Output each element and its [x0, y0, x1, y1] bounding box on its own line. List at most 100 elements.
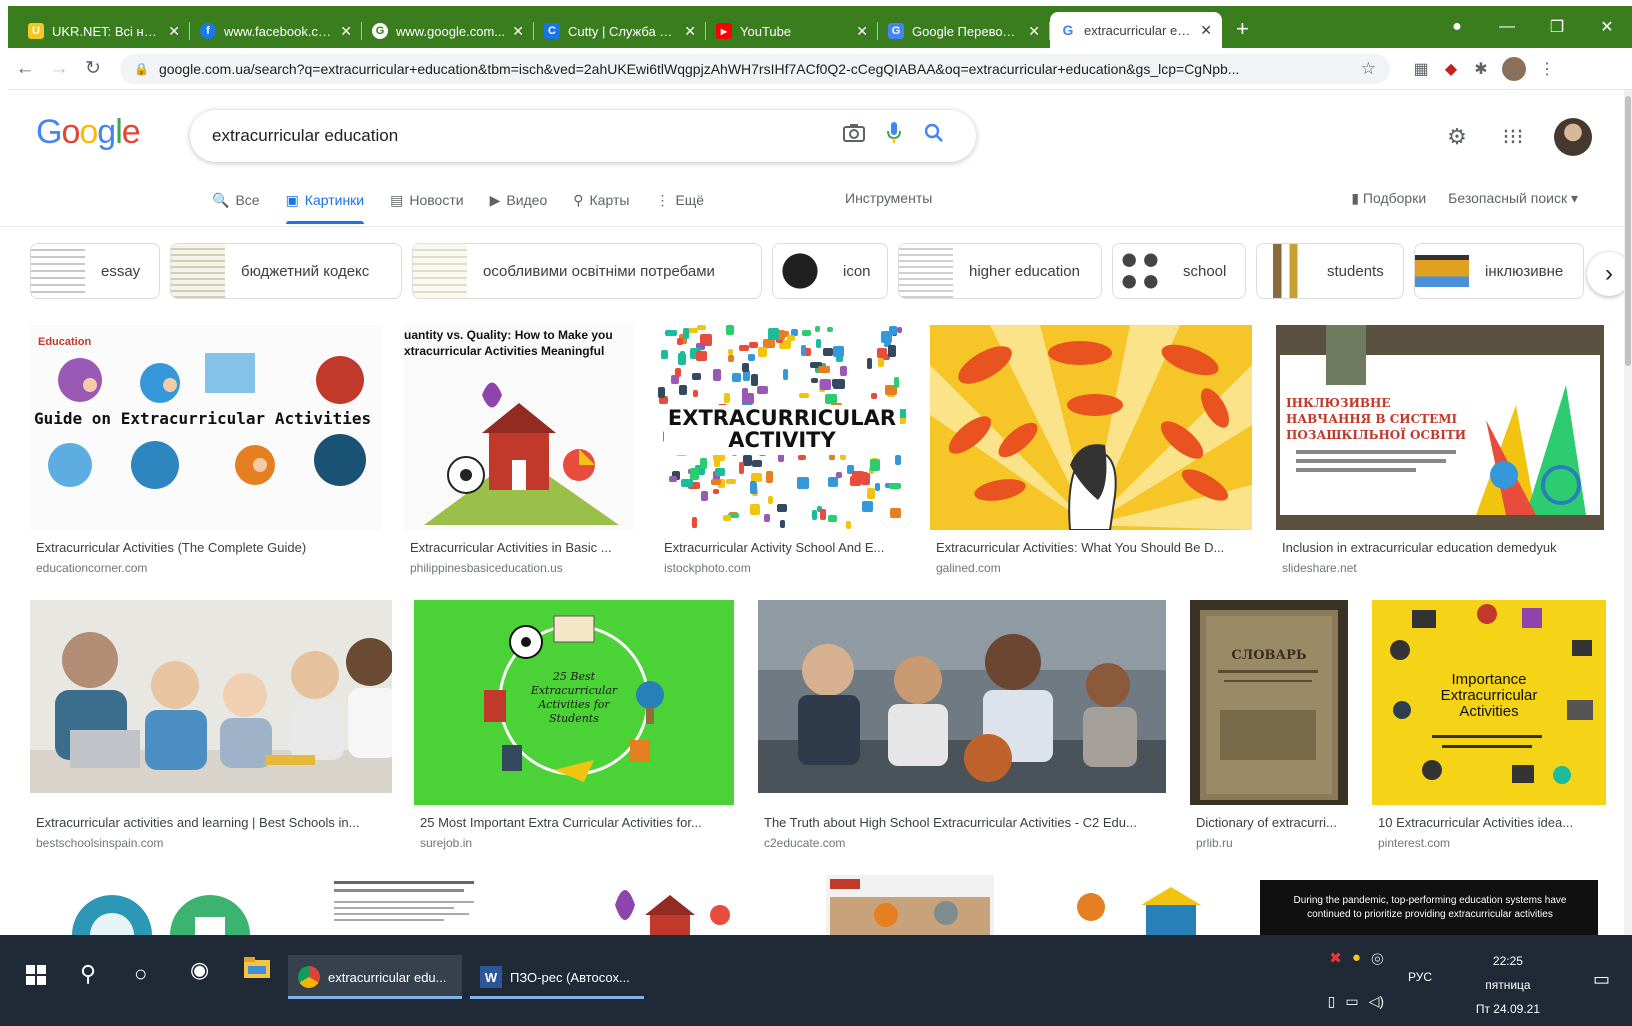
restore-icon[interactable]: ❐ [1532, 17, 1582, 37]
result-card[interactable]: СЛОВАРЬ Dictionary of extracurri... prli… [1190, 600, 1350, 850]
chip-school[interactable]: school [1112, 243, 1246, 299]
result-card[interactable]: Extracurricular Activities: What You Sho… [930, 325, 1254, 575]
notifications-icon[interactable]: ▭ [1593, 969, 1610, 990]
microphone-icon[interactable] [874, 122, 914, 150]
result-image[interactable]: Education Guide on Extracurricular Activ… [30, 325, 382, 530]
battery-icon[interactable]: ▯ [1328, 993, 1336, 1010]
tab-google-com[interactable]: G www.google.com... ✕ [362, 14, 534, 48]
result-card[interactable] [314, 875, 494, 935]
result-image[interactable]: Importance Extracurricular Activities [1372, 600, 1606, 805]
google-logo[interactable]: Google [36, 113, 141, 152]
result-title[interactable]: 25 Most Important Extra Curricular Activ… [420, 815, 730, 830]
result-title[interactable]: Extracurricular Activities (The Complete… [36, 540, 376, 555]
result-title[interactable]: Extracurricular Activities: What You Sho… [936, 540, 1246, 555]
result-source[interactable]: surejob.in [420, 836, 472, 850]
result-image[interactable] [758, 600, 1166, 793]
address-bar[interactable]: 🔒 google.com.ua/search?q=extracurricular… [120, 53, 1390, 84]
result-image[interactable] [1016, 875, 1236, 935]
chip-students[interactable]: students [1256, 243, 1404, 299]
chip-higher-education[interactable]: higher education [898, 243, 1102, 299]
page-scrollbar-thumb[interactable] [1625, 96, 1631, 366]
tab-video[interactable]: ▶ Видео [490, 182, 548, 218]
tab-all[interactable]: 🔍 Все [212, 182, 260, 218]
result-image[interactable] [826, 875, 994, 935]
result-card[interactable]: During the pandemic, top-performing educ… [1260, 880, 1600, 935]
result-image[interactable] [30, 600, 392, 793]
cortana-icon[interactable]: ○ [134, 961, 147, 987]
tab-close-icon[interactable]: ✕ [856, 23, 868, 40]
result-card[interactable]: 25 Best Extracurricular Activities for S… [414, 600, 736, 850]
result-title[interactable]: Dictionary of extracurri... [1196, 815, 1346, 830]
result-image[interactable] [520, 875, 804, 935]
tab-maps[interactable]: ⚲ Карты [573, 182, 629, 218]
search-box[interactable]: extracurricular education [190, 110, 976, 162]
volume-icon[interactable]: ◁) [1369, 993, 1384, 1010]
safesearch-button[interactable]: Безопасный поиск ▾ [1448, 190, 1578, 207]
result-source[interactable]: prlib.ru [1196, 836, 1233, 850]
forward-icon[interactable]: → [42, 58, 76, 80]
result-card[interactable]: Education Guide on Extracurricular Activ… [30, 325, 384, 575]
result-source[interactable]: c2educate.com [764, 836, 845, 850]
chip-inclusive[interactable]: інклюзивне [1414, 243, 1584, 299]
result-source[interactable]: slideshare.net [1282, 561, 1357, 575]
result-image[interactable] [30, 875, 292, 935]
taskbar-app-icon[interactable]: ◉ [190, 957, 209, 983]
tab-more[interactable]: ⋮ Ещё [655, 182, 704, 218]
new-tab-button[interactable]: + [1236, 16, 1264, 42]
taskbar-word-window[interactable]: W ПЗО-рес (Автосох... [470, 955, 644, 999]
result-card[interactable] [1016, 875, 1236, 935]
result-title[interactable]: Inclusion in extracurricular education d… [1282, 540, 1602, 555]
result-card[interactable]: EXTRACURRICULAR ACTIVITY Extracurricular… [658, 325, 908, 575]
result-title[interactable]: The Truth about High School Extracurricu… [764, 815, 1162, 830]
windows-start-icon[interactable] [26, 965, 46, 985]
result-source[interactable]: philippinesbasiceducation.us [410, 561, 563, 575]
chip-special-needs[interactable]: особливими освітніми потребами [412, 243, 762, 299]
tab-google-translate[interactable]: G Google Переводч... ✕ [878, 14, 1050, 48]
taskbar-chrome-window[interactable]: extracurricular edu... [288, 955, 462, 999]
tools-button[interactable]: Инструменты [845, 190, 932, 206]
tab-close-icon[interactable]: ✕ [168, 23, 180, 40]
tray-red-x-icon[interactable]: ✖ [1329, 949, 1342, 967]
camera-search-icon[interactable] [834, 123, 874, 149]
result-source[interactable]: pinterest.com [1378, 836, 1450, 850]
tab-close-icon[interactable]: ✕ [1200, 22, 1212, 39]
tab-close-icon[interactable]: ✕ [512, 23, 524, 40]
browser-menu-icon[interactable]: ⋮ [1532, 59, 1562, 79]
collections-link[interactable]: ▮ Подборки [1351, 190, 1426, 207]
result-card[interactable]: ІНКЛЮЗИВНЕ НАВЧАННЯ В СИСТЕМІ ПОЗАШКІЛЬН… [1276, 325, 1606, 575]
taskbar-search-icon[interactable]: ⚲ [80, 961, 96, 987]
result-source[interactable]: educationcorner.com [36, 561, 147, 575]
tab-close-icon[interactable]: ✕ [684, 23, 696, 40]
search-input[interactable]: extracurricular education [212, 126, 834, 146]
result-source[interactable]: galined.com [936, 561, 1001, 575]
close-window-icon[interactable]: ✕ [1582, 17, 1632, 37]
result-card[interactable] [30, 875, 292, 935]
chip-budget-code[interactable]: бюджетний кодекс [170, 243, 402, 299]
result-image[interactable] [930, 325, 1252, 530]
minimize-icon[interactable]: — [1482, 18, 1532, 36]
apps-grid-icon[interactable]: ⁝⁝⁝ [1498, 124, 1528, 150]
search-icon[interactable] [914, 123, 954, 149]
url-text[interactable]: google.com.ua/search?q=extracurricular+e… [159, 61, 1351, 77]
tab-google-search-active[interactable]: G extracurricular edu... ✕ [1050, 12, 1222, 48]
network-icon[interactable]: ▭ [1345, 993, 1358, 1010]
system-clock[interactable]: 22:25 пятница Пт 24.09.21 [1476, 949, 1540, 1021]
extension-doc-icon[interactable]: ▦ [1406, 59, 1436, 79]
result-source[interactable]: bestschoolsinspain.com [36, 836, 163, 850]
profile-avatar[interactable] [1502, 56, 1526, 81]
bookmark-star-icon[interactable]: ☆ [1361, 59, 1376, 79]
file-explorer-icon[interactable] [244, 957, 270, 979]
result-title[interactable]: Extracurricular Activity School And E... [664, 540, 904, 555]
result-card[interactable] [826, 875, 994, 935]
account-avatar[interactable] [1554, 118, 1592, 156]
tab-cutty[interactable]: C Cutty | Служба зн... ✕ [534, 14, 706, 48]
result-image[interactable]: During the pandemic, top-performing educ… [1260, 880, 1598, 935]
result-card[interactable]: The Truth about High School Extracurricu… [758, 600, 1168, 850]
tray-disc-icon[interactable]: ◎ [1371, 949, 1384, 967]
tab-youtube[interactable]: ▶ YouTube ✕ [706, 14, 878, 48]
result-card[interactable]: Extracurricular activities and learning … [30, 600, 392, 850]
reload-icon[interactable]: ↻ [76, 57, 110, 80]
result-card[interactable]: Importance Extracurricular Activities 10… [1372, 600, 1608, 850]
result-image[interactable]: ІНКЛЮЗИВНЕ НАВЧАННЯ В СИСТЕМІ ПОЗАШКІЛЬН… [1276, 325, 1604, 530]
result-title[interactable]: Extracurricular Activities in Basic ... [410, 540, 630, 555]
